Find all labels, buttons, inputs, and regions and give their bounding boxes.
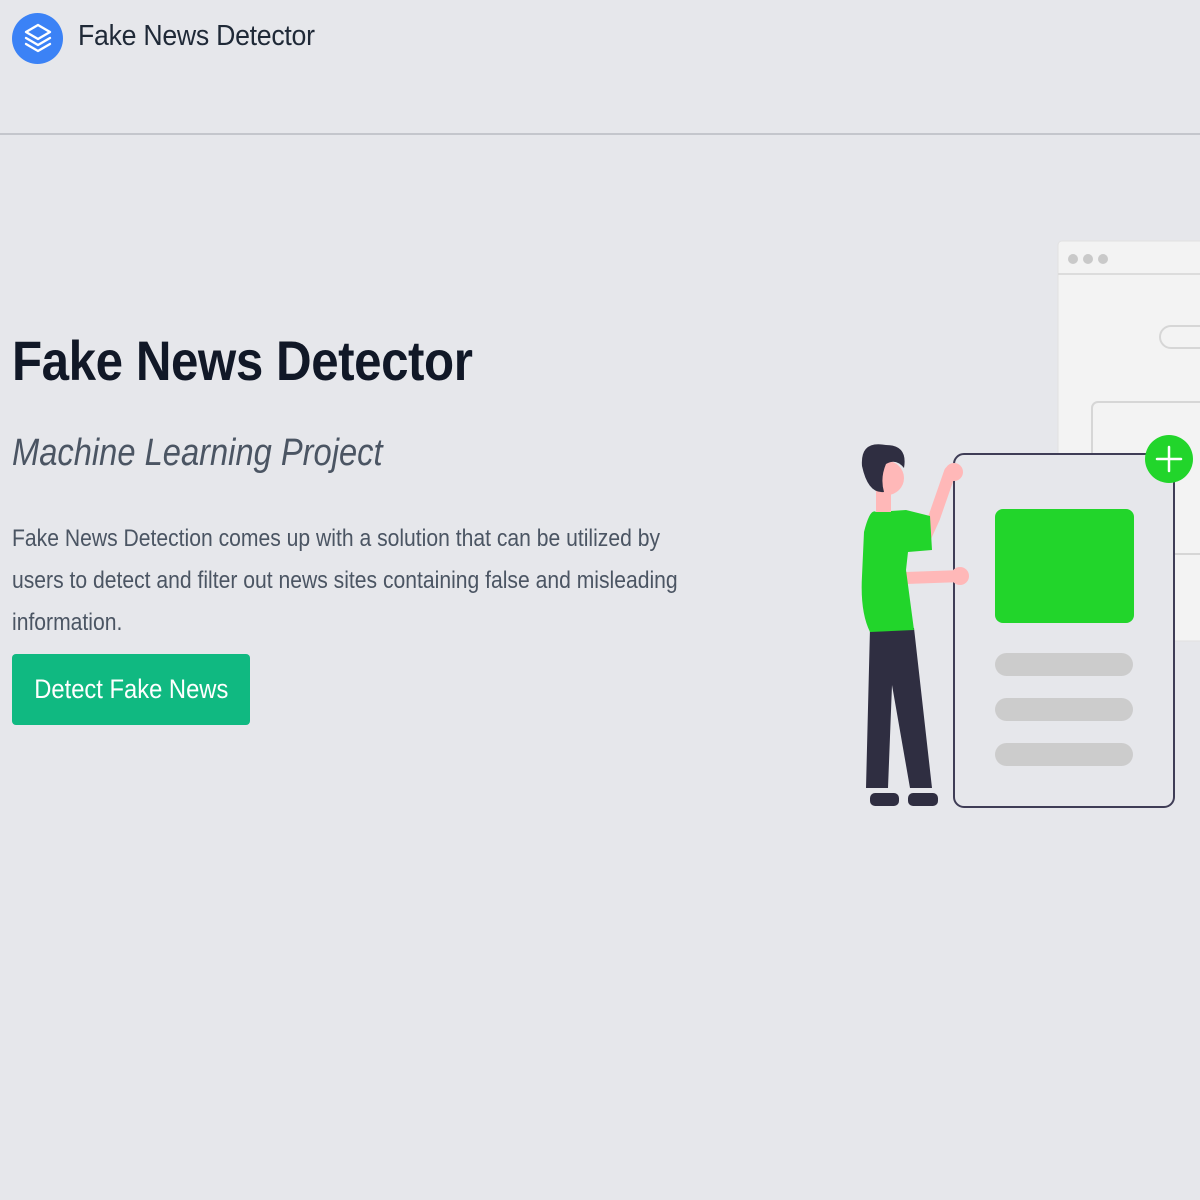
person-illustration [861,444,969,806]
logo[interactable] [12,6,63,70]
brand-name[interactable]: Fake News Detector [78,20,315,53]
hero-illustration [861,240,1200,808]
site-header: Fake News Detector [0,0,1200,135]
detect-fake-news-label: Detect Fake News [33,674,229,704]
hero-subtitle: Machine Learning Project [12,432,383,474]
tablet-illustration [953,453,1175,808]
hero-title: Fake News Detector [12,329,473,392]
hero-description: Fake News Detection comes up with a solu… [12,525,678,636]
layers-icon [12,12,63,64]
plus-icon [1145,435,1193,483]
detect-fake-news-button[interactable]: Detect Fake News [12,654,250,725]
